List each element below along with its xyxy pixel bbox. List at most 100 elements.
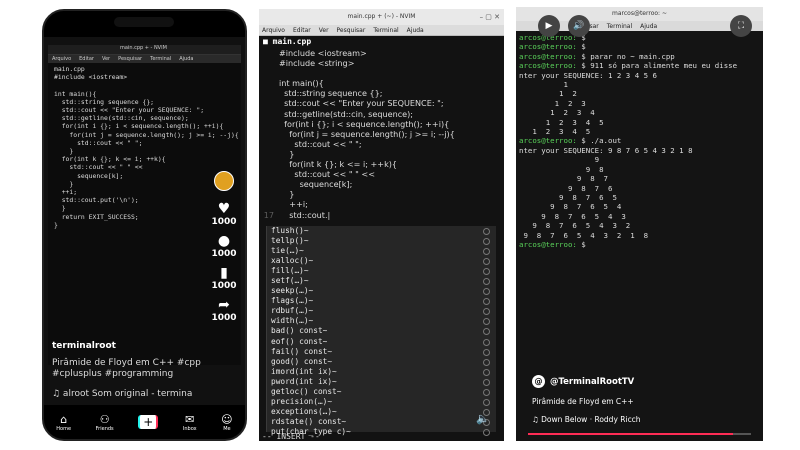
home-icon: ⌂ xyxy=(60,412,68,426)
completion-item[interactable]: getloc() const~ xyxy=(267,387,496,397)
fullscreen-icon[interactable]: ⛶ xyxy=(730,15,752,37)
code-line: return EXIT_SUCCESS; xyxy=(54,212,139,221)
music-label[interactable]: ♫ Down Below · Roddy Ricch xyxy=(532,415,641,424)
terminal-menu-item[interactable]: Terminal xyxy=(607,23,632,30)
terminal-line: 9 8 7 6 5 xyxy=(519,193,763,202)
completion-item[interactable]: width(…)~ xyxy=(267,316,496,326)
channel-handle[interactable]: @ @TerminalRootTV xyxy=(532,375,634,388)
nvim-menu-item[interactable]: Pesquisar xyxy=(337,27,366,34)
code-line: } xyxy=(54,147,74,156)
save-button[interactable]: ▮ 1000 xyxy=(211,265,236,291)
nav-friends[interactable]: ⚇ Friends xyxy=(96,413,114,432)
completion-item[interactable]: precision(…)~ xyxy=(267,397,496,407)
terminal-text: $ xyxy=(576,239,586,249)
terminal-text: 9 8 7 6 5 4 3 2 1 8 xyxy=(519,230,649,240)
speaker-icon[interactable]: 🔈 xyxy=(476,412,490,425)
terminal-text: 9 xyxy=(519,155,600,165)
phone-menu-item[interactable]: Editar xyxy=(79,56,94,62)
terminal-line: 9 8 7 6 5 4 3 2 xyxy=(519,221,763,230)
code-text: std::cout << " " << xyxy=(279,169,375,180)
completion-item[interactable]: eof() const~ xyxy=(267,337,496,347)
completion-item[interactable]: fill(…)~ xyxy=(267,266,496,276)
sound-label[interactable]: ♫ alroot Som original - termina xyxy=(52,389,192,399)
completion-item[interactable]: good() const~ xyxy=(267,357,496,367)
code-line: } xyxy=(54,204,66,213)
phone-menu-item[interactable]: Terminal xyxy=(150,56,171,62)
completion-item[interactable]: imord(int ix)~ xyxy=(267,367,496,377)
terminal-output[interactable]: arcos@terroo: $ arcos@terroo: $ arcos@terr… xyxy=(516,31,763,249)
completion-item[interactable]: flags(…)~ xyxy=(267,296,496,306)
completion-item[interactable]: pword(int ix)~ xyxy=(267,377,496,387)
nav-me[interactable]: ☺ Me xyxy=(221,413,232,432)
terminal-text: $ xyxy=(576,42,586,52)
completion-item[interactable]: rdstate() const~ xyxy=(267,417,496,427)
terminal-line: nter your SEQUENCE: 1 2 3 4 5 6 xyxy=(519,71,763,80)
code-text: for(int k {}; k <= i; ++k){ xyxy=(279,159,398,170)
terminal-menu-item[interactable]: Ajuda xyxy=(640,23,657,30)
create-button[interactable]: + xyxy=(138,415,159,429)
terminal-text: $ ./a.out xyxy=(576,136,622,146)
play-icon[interactable]: ▶ xyxy=(538,15,560,37)
phone-menu-item[interactable]: Pesquisar xyxy=(118,56,142,62)
video-description: Pirâmide de Floyd em C++ #cpp #cplusplus… xyxy=(52,358,201,379)
code-text: ++i; xyxy=(279,199,308,210)
nav-inbox[interactable]: ✉ Inbox xyxy=(183,413,197,432)
video-progress[interactable] xyxy=(528,433,751,435)
completion-item[interactable]: exceptions(…)~ xyxy=(267,407,496,417)
code-line: for(int i {}; i < sequence.length(); ++i… xyxy=(262,119,504,129)
completion-item[interactable]: seekp(…)~ xyxy=(267,286,496,296)
nav-home[interactable]: ⌂ Home xyxy=(56,413,71,432)
bottom-nav: ⌂ Home ⚇ Friends + ✉ Inbox ☺ Me xyxy=(44,405,245,439)
code-text: std::cout.| xyxy=(279,209,331,220)
terminal-text: 1 2 3 4 xyxy=(519,108,595,118)
completion-item[interactable]: tie(…)~ xyxy=(267,246,496,256)
code-line: #include <iostream> xyxy=(54,73,128,82)
nvim-menu-item[interactable]: Arquivo xyxy=(262,27,285,34)
completion-item[interactable]: setf(…)~ xyxy=(267,276,496,286)
phone-menu-item[interactable]: Ajuda xyxy=(179,56,193,62)
phone-menu-item[interactable]: Arquivo xyxy=(52,56,71,62)
terminal-text: 1 2 3 xyxy=(519,98,586,108)
like-button[interactable]: ♥ 1000 xyxy=(211,201,236,227)
terminal-prompt: arcos@terroo: xyxy=(519,51,577,61)
window-controls-icon[interactable]: – ▢ ✕ xyxy=(480,9,500,25)
completion-item[interactable]: fail() const~ xyxy=(267,347,496,357)
code-line: std::cout << " " << xyxy=(262,169,504,179)
code-text: sequence[k]; xyxy=(279,179,353,190)
completion-item[interactable]: xalloc()~ xyxy=(267,256,496,266)
code-line: } xyxy=(54,220,58,229)
code-line: } xyxy=(262,149,504,159)
nvim-tab[interactable]: ■ main.cpp xyxy=(259,36,504,48)
username[interactable]: terminalroot xyxy=(52,341,116,351)
terminal-line: 1 2 xyxy=(519,89,763,98)
completion-item[interactable]: flush()~ xyxy=(267,226,496,236)
code-line: ++i; xyxy=(262,199,504,209)
completion-item[interactable]: rdbuf(…)~ xyxy=(267,306,496,316)
code-text: } xyxy=(279,189,295,200)
terminal-text: 9 8 7 6 5 xyxy=(519,192,617,202)
phone-menu-item[interactable]: Ver xyxy=(102,56,110,62)
terminal-text: 9 8 xyxy=(519,164,604,174)
nvim-menu-item[interactable]: Ajuda xyxy=(407,27,424,34)
nvim-menubar: Arquivo Editar Ver Pesquisar Terminal Ajuda xyxy=(259,25,504,36)
nvim-menu-item[interactable]: Terminal xyxy=(373,27,398,34)
volume-icon[interactable]: 🔊 xyxy=(568,15,590,37)
comment-button[interactable]: ● 1000 xyxy=(211,233,236,259)
nvim-menu-item[interactable]: Ver xyxy=(319,27,329,34)
completion-item[interactable]: tellp()~ xyxy=(267,236,496,246)
terminal-line: 9 8 7 6 5 4 3 xyxy=(519,212,763,221)
code-line: int main(){ xyxy=(54,89,97,98)
code-text: int main(){ xyxy=(279,78,324,89)
nav-me-label: Me xyxy=(223,425,231,432)
nvim-menu-item[interactable]: Editar xyxy=(293,27,311,34)
terminal-line: 9 8 7 xyxy=(519,174,763,183)
code-line: ++i; xyxy=(54,188,78,197)
terminal-line: 9 8 7 6 xyxy=(519,184,763,193)
completion-item[interactable]: bad() const~ xyxy=(267,326,496,336)
nvim-code-view[interactable]: #include <iostream> #include <string> int … xyxy=(259,48,504,220)
share-button[interactable]: ➦ 1000 xyxy=(211,297,236,323)
terminal-prompt: arcos@terroo: xyxy=(519,239,577,249)
terminal-line: 1 xyxy=(519,80,763,89)
avatar[interactable] xyxy=(214,171,234,191)
